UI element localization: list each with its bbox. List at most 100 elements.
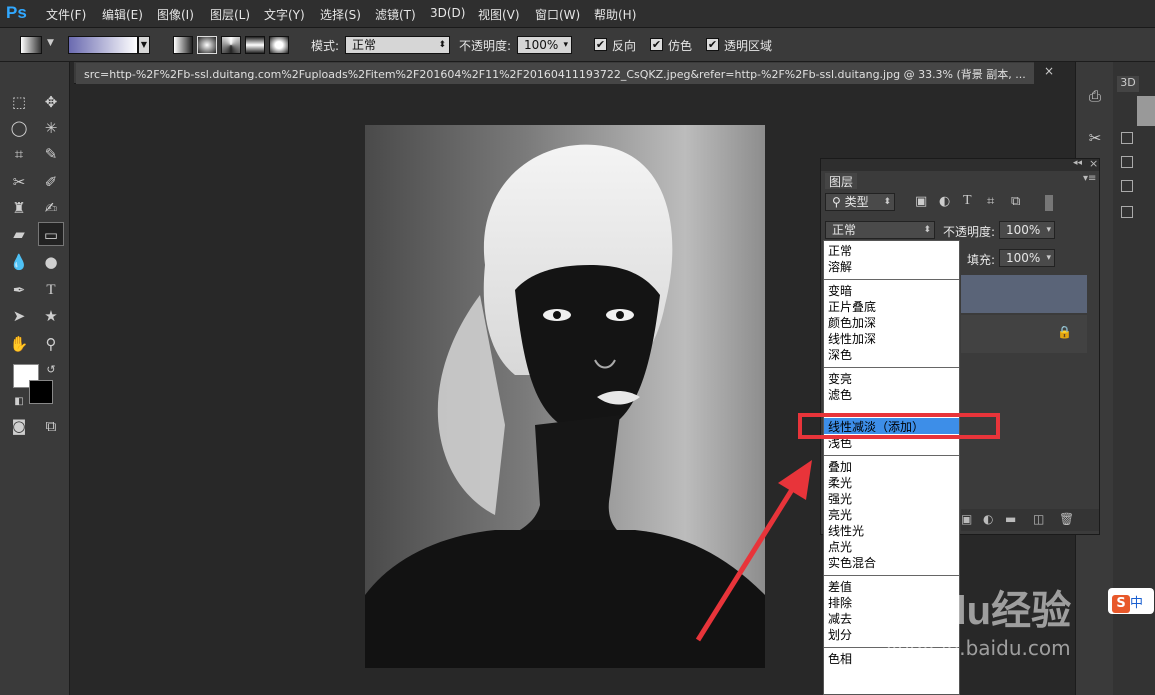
gradient-tool-icon[interactable] <box>20 36 42 54</box>
visibility-checkbox[interactable] <box>1121 180 1133 192</box>
blend-option[interactable]: 线性光 <box>828 523 864 539</box>
default-colors-icon[interactable]: ◧ <box>6 390 32 414</box>
marquee-tool-icon[interactable]: ⬚ <box>6 90 32 114</box>
chevron-down-icon[interactable]: ▼ <box>47 38 54 48</box>
shape-tool-icon[interactable]: ★ <box>38 304 64 328</box>
background-color-swatch[interactable] <box>29 380 53 404</box>
blend-option[interactable]: 排除 <box>828 595 852 611</box>
healing-brush-icon[interactable]: ✂ <box>6 170 32 194</box>
filter-toggle[interactable] <box>1045 195 1053 211</box>
blend-option[interactable]: 正片叠底 <box>828 299 876 315</box>
blend-option[interactable]: 亮光 <box>828 507 852 523</box>
diamond-gradient-icon[interactable] <box>269 36 289 54</box>
blend-option[interactable]: 深色 <box>828 347 852 363</box>
layer-thumbnail[interactable] <box>1137 96 1155 126</box>
blend-option[interactable]: 溶解 <box>828 259 852 275</box>
swap-colors-icon[interactable]: ↺ <box>38 358 64 382</box>
dither-checkbox[interactable]: ✔ <box>650 38 663 51</box>
clone-stamp-icon[interactable]: ♜ <box>6 196 32 220</box>
dodge-tool-icon[interactable]: ● <box>38 250 64 274</box>
visibility-checkbox[interactable] <box>1121 206 1133 218</box>
brush-tool-icon[interactable]: ✐ <box>38 170 64 194</box>
linear-gradient-icon[interactable] <box>173 36 193 54</box>
document-tab[interactable]: src=http-%2F%2Fb-ssl.duitang.com%2Fuploa… <box>76 63 1034 84</box>
menu-select[interactable]: 选择(S) <box>320 6 361 23</box>
zoom-tool-icon[interactable]: ⚲ <box>38 332 64 356</box>
type-filter-icon[interactable]: T <box>963 193 972 209</box>
blend-option[interactable]: 叠加 <box>828 459 852 475</box>
transparency-checkbox[interactable]: ✔ <box>706 38 719 51</box>
gradient-picker[interactable] <box>68 36 138 54</box>
blend-option[interactable]: 点光 <box>828 539 852 555</box>
ime-indicator[interactable]: S中 <box>1108 588 1154 614</box>
blend-option[interactable]: 正常 <box>828 243 852 259</box>
smart-object-filter-icon[interactable]: ⧉ <box>1011 194 1020 209</box>
adjustment-filter-icon[interactable]: ◐ <box>939 194 950 209</box>
filter-kind-dropdown[interactable]: ⚲ 类型 ⬍ <box>825 193 895 211</box>
blend-option[interactable]: 变暗 <box>828 283 852 299</box>
close-icon[interactable]: × <box>1044 64 1054 78</box>
layer-row-background[interactable]: 🔒 <box>961 315 1087 353</box>
trash-icon[interactable]: 🗑 <box>1059 512 1074 526</box>
move-tool-icon[interactable]: ✥ <box>38 90 64 114</box>
lasso-tool-icon[interactable]: ◯ <box>6 116 32 140</box>
history-brush-icon[interactable]: ✍ <box>38 196 64 220</box>
reverse-checkbox[interactable]: ✔ <box>594 38 607 51</box>
gradient-picker-arrow[interactable]: ▼ <box>138 36 150 54</box>
close-icon[interactable]: × <box>1089 157 1098 170</box>
panel-menu-icon[interactable]: ▾≡ <box>1083 173 1096 184</box>
menu-view[interactable]: 视图(V) <box>478 6 520 23</box>
adjustment-layer-icon[interactable]: ◐ <box>983 512 993 526</box>
blend-option[interactable]: 减去 <box>828 611 852 627</box>
menu-edit[interactable]: 编辑(E) <box>102 6 143 23</box>
tab-layers[interactable]: 图层 <box>825 173 857 189</box>
blur-tool-icon[interactable]: 💧 <box>6 250 32 274</box>
hand-tool-icon[interactable]: ✋ <box>6 332 32 356</box>
quick-mask-icon[interactable]: ◙ <box>6 414 32 438</box>
menu-help[interactable]: 帮助(H) <box>594 6 636 23</box>
screen-mode-icon[interactable]: ⧉ <box>38 414 64 438</box>
menu-type[interactable]: 文字(Y) <box>264 6 305 23</box>
blend-option[interactable]: 色相 <box>828 651 852 667</box>
blend-option[interactable]: 线性加深 <box>828 331 876 347</box>
angle-gradient-icon[interactable] <box>221 36 241 54</box>
magic-wand-icon[interactable]: ✳ <box>38 116 64 140</box>
pen-tool-icon[interactable]: ✒ <box>6 278 32 302</box>
blend-option[interactable]: 强光 <box>828 491 852 507</box>
gradient-tool-icon[interactable]: ▭ <box>38 222 64 246</box>
menu-filter[interactable]: 滤镜(T) <box>375 6 416 23</box>
visibility-checkbox[interactable] <box>1121 132 1133 144</box>
menu-window[interactable]: 窗口(W) <box>535 6 580 23</box>
group-icon[interactable]: ▣ <box>961 512 972 526</box>
menu-file[interactable]: 文件(F) <box>46 6 86 23</box>
menu-layer[interactable]: 图层(L) <box>210 6 250 23</box>
collapse-icon[interactable]: ◂◂ <box>1073 158 1082 168</box>
layer-row-selected[interactable] <box>961 275 1087 313</box>
crop-tool-icon[interactable]: ⌗ <box>6 142 32 166</box>
blend-mode-dropdown[interactable]: 正常 ⬍ <box>825 221 935 239</box>
shape-filter-icon[interactable]: ⌗ <box>987 194 994 209</box>
menu-3d[interactable]: 3D(D) <box>430 6 465 20</box>
blend-option[interactable]: 柔光 <box>828 475 852 491</box>
blend-option[interactable]: 颜色加深 <box>828 315 876 331</box>
blend-option[interactable]: 变亮 <box>828 371 852 387</box>
blend-option[interactable]: 划分 <box>828 627 852 643</box>
blend-option[interactable]: 实色混合 <box>828 555 876 571</box>
reflected-gradient-icon[interactable] <box>245 36 265 54</box>
history-panel-icon[interactable]: ⎙ <box>1082 84 1108 108</box>
tab-3d[interactable]: 3D <box>1117 76 1139 92</box>
folder-icon[interactable]: ▬ <box>1005 512 1016 526</box>
opacity-input[interactable]: 100% ▾ <box>517 36 572 54</box>
fill-input[interactable]: 100% ▾ <box>999 249 1055 267</box>
visibility-checkbox[interactable] <box>1121 156 1133 168</box>
eraser-tool-icon[interactable]: ▰ <box>6 222 32 246</box>
eyedropper-icon[interactable]: ✎ <box>38 142 64 166</box>
tools-panel-icon[interactable]: ✂ <box>1082 126 1108 150</box>
type-tool-icon[interactable]: T <box>38 278 64 302</box>
new-layer-icon[interactable]: ◫ <box>1033 512 1044 526</box>
layer-opacity-input[interactable]: 100% ▾ <box>999 221 1055 239</box>
menu-image[interactable]: 图像(I) <box>157 6 194 23</box>
pixel-filter-icon[interactable]: ▣ <box>915 194 927 209</box>
blend-option[interactable]: 差值 <box>828 579 852 595</box>
blend-option[interactable]: 滤色 <box>828 387 852 403</box>
